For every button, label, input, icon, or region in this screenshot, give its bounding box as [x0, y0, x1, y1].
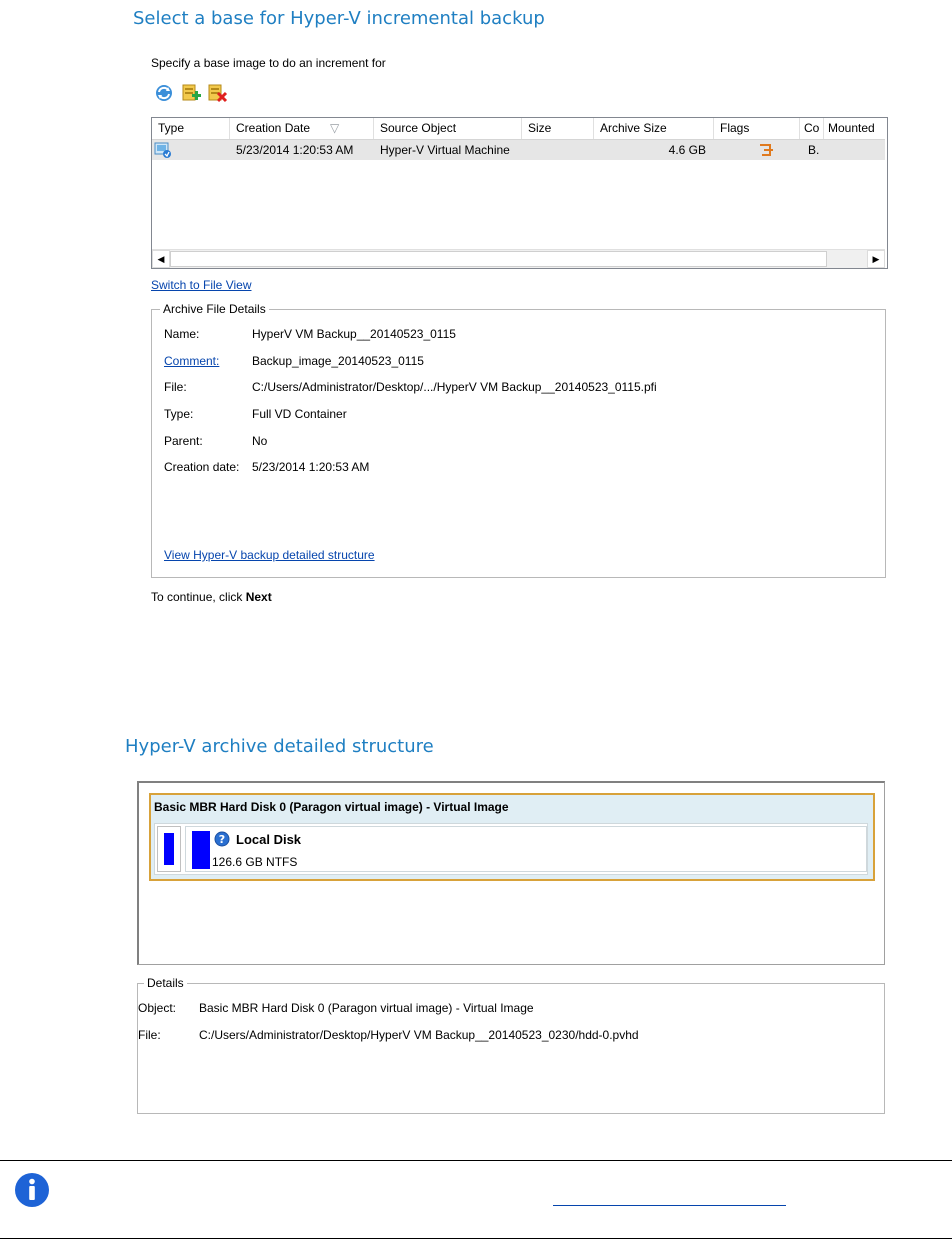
info-icon	[14, 1172, 50, 1211]
note-bottom-rule	[0, 1238, 952, 1239]
scroll-right-icon[interactable]: ▶	[867, 250, 885, 268]
detail-label-object: Object:	[138, 1001, 177, 1015]
column-header-label: Creation Date	[236, 121, 311, 135]
column-header-archive-size[interactable]: Archive Size	[594, 118, 714, 139]
cell-mounted	[824, 140, 885, 160]
column-header-size[interactable]: Size	[522, 118, 594, 139]
partition-local-disk[interactable]: ? Local Disk 126.6 GB NTFS	[185, 826, 867, 872]
partition-info: 126.6 GB NTFS	[212, 855, 298, 869]
chain-flag-icon	[752, 140, 776, 160]
disk-map: Basic MBR Hard Disk 0 (Paragon virtual i…	[137, 781, 885, 965]
details-group: Details Object: Basic MBR Hard Disk 0 (P…	[137, 976, 885, 1114]
detail-value-parent: No	[252, 434, 268, 448]
add-archive-icon[interactable]	[180, 82, 202, 104]
question-icon: ?	[214, 831, 230, 850]
cell-size	[522, 140, 594, 160]
refresh-icon[interactable]	[153, 82, 175, 104]
detail-label-name: Name:	[164, 327, 200, 341]
detail-label-type: Type:	[164, 407, 194, 421]
detail-value-name: HyperV VM Backup__20140523_0115	[252, 327, 456, 341]
detail-value-file: C:/Users/Administrator/Desktop/.../Hyper…	[252, 380, 657, 394]
detail-value-type: Full VD Container	[252, 407, 347, 421]
detail-value-creation-date: 5/23/2014 1:20:53 AM	[252, 460, 370, 474]
partition-name: Local Disk	[236, 832, 302, 847]
column-header-creation-date[interactable]: Creation Date ▽	[230, 118, 374, 139]
archive-list[interactable]: Type Creation Date ▽ Source Object Size …	[151, 117, 888, 269]
svg-text:?: ?	[219, 833, 225, 846]
structure-title: Hyper-V archive detailed structure	[125, 736, 434, 757]
detail-value-object: Basic MBR Hard Disk 0 (Paragon virtual i…	[199, 1001, 534, 1015]
detail-value-comment: Backup_image_20140523_0115	[252, 354, 424, 368]
comment-link[interactable]: Comment:	[164, 354, 219, 368]
disk-title: Basic MBR Hard Disk 0 (Paragon virtual i…	[154, 800, 509, 814]
cell-co: B.	[808, 143, 820, 157]
scrollbar-thumb[interactable]	[170, 251, 827, 267]
unallocated-block[interactable]	[157, 826, 181, 872]
continue-next-label: Next	[245, 590, 272, 604]
page-title: Select a base for Hyper-V incremental ba…	[133, 8, 545, 29]
partition-fill-small	[164, 833, 174, 865]
scroll-left-icon[interactable]: ◀	[152, 250, 170, 268]
column-header-mounted[interactable]: Mounted	[824, 118, 885, 139]
continue-hint: To continue, click Next	[151, 590, 272, 604]
archive-file-details-group: Archive File Details Name: HyperV VM Bac…	[151, 302, 886, 578]
detail-label-parent: Parent:	[164, 434, 203, 448]
horizontal-scrollbar[interactable]: ◀ ▶	[152, 249, 885, 268]
switch-to-file-view-link[interactable]: Switch to File View	[151, 278, 251, 292]
group-legend: Archive File Details	[160, 302, 269, 316]
table-row[interactable]: 5/23/2014 1:20:53 AM Hyper-V Virtual Mac…	[152, 140, 885, 160]
column-header-co[interactable]: Co	[800, 118, 824, 139]
column-header-source-object[interactable]: Source Object	[374, 118, 522, 139]
disk-bar[interactable]: Basic MBR Hard Disk 0 (Paragon virtual i…	[149, 793, 875, 881]
view-structure-link[interactable]: View Hyper-V backup detailed structure	[164, 548, 375, 562]
sort-descending-icon: ▽	[330, 121, 340, 135]
cell-archive-size: 4.6 GB	[668, 143, 706, 157]
column-header-type[interactable]: Type	[152, 118, 230, 139]
note-link-underline[interactable]	[553, 1205, 786, 1206]
cell-creation-date: 5/23/2014 1:20:53 AM	[236, 143, 354, 157]
detail-label-creation-date: Creation date:	[164, 460, 240, 474]
column-header-flags[interactable]: Flags	[714, 118, 800, 139]
note-top-rule	[0, 1160, 952, 1161]
partition-fill	[192, 831, 210, 869]
detail-value-file: C:/Users/Administrator/Desktop/HyperV VM…	[199, 1028, 639, 1042]
hyperv-vm-icon	[152, 140, 230, 160]
disk-partitions-area: ? Local Disk 126.6 GB NTFS	[154, 823, 868, 875]
cell-source-object: Hyper-V Virtual Machine	[380, 143, 510, 157]
continue-prefix: To continue, click	[151, 590, 246, 604]
group-legend: Details	[144, 976, 187, 990]
instruction-text: Specify a base image to do an increment …	[151, 56, 386, 70]
list-header: Type Creation Date ▽ Source Object Size …	[152, 118, 885, 140]
detail-label-file: File:	[138, 1028, 161, 1042]
remove-archive-icon[interactable]	[206, 82, 228, 104]
detail-label-file: File:	[164, 380, 187, 394]
